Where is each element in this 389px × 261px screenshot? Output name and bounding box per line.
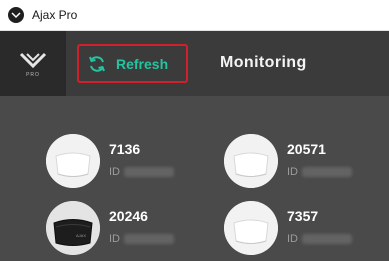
device-id-redacted	[124, 234, 174, 244]
refresh-button[interactable]: Refresh	[77, 44, 188, 83]
device-id-label: ID	[287, 166, 298, 178]
refresh-icon	[87, 54, 107, 74]
device-id-label: ID	[109, 166, 120, 178]
hub-white-image	[224, 134, 278, 188]
device-item[interactable]: 20571 ID	[224, 134, 389, 190]
ajax-logo-icon	[19, 52, 47, 69]
hub-white-image	[46, 134, 100, 188]
hub-white-image	[224, 201, 278, 255]
top-bar: PRO Refresh Monitoring	[0, 31, 389, 96]
device-list: 7136 ID 20571 ID AJAX 20246 ID 7357 ID	[0, 96, 389, 261]
window-title: Ajax Pro	[32, 8, 78, 22]
ajax-logo: PRO	[0, 31, 66, 96]
device-name: 20246	[109, 208, 148, 224]
device-id-redacted	[302, 167, 352, 177]
device-name: 20571	[287, 141, 326, 157]
device-id-redacted	[124, 167, 174, 177]
device-item[interactable]: 7136 ID	[46, 134, 216, 190]
device-item[interactable]: AJAX 20246 ID	[46, 201, 216, 257]
device-name: 7136	[109, 141, 141, 157]
svg-text:AJAX: AJAX	[76, 233, 86, 238]
device-id-redacted	[302, 234, 352, 244]
refresh-label: Refresh	[116, 55, 169, 72]
hub-black-image: AJAX	[46, 201, 100, 255]
page-title: Monitoring	[220, 54, 307, 71]
logo-subtitle: PRO	[26, 72, 40, 78]
ajax-app-icon	[8, 7, 24, 23]
device-name: 7357	[287, 208, 319, 224]
device-id-label: ID	[287, 233, 298, 245]
title-bar: Ajax Pro	[0, 0, 389, 31]
device-id-label: ID	[109, 233, 120, 245]
device-item[interactable]: 7357 ID	[224, 201, 389, 257]
